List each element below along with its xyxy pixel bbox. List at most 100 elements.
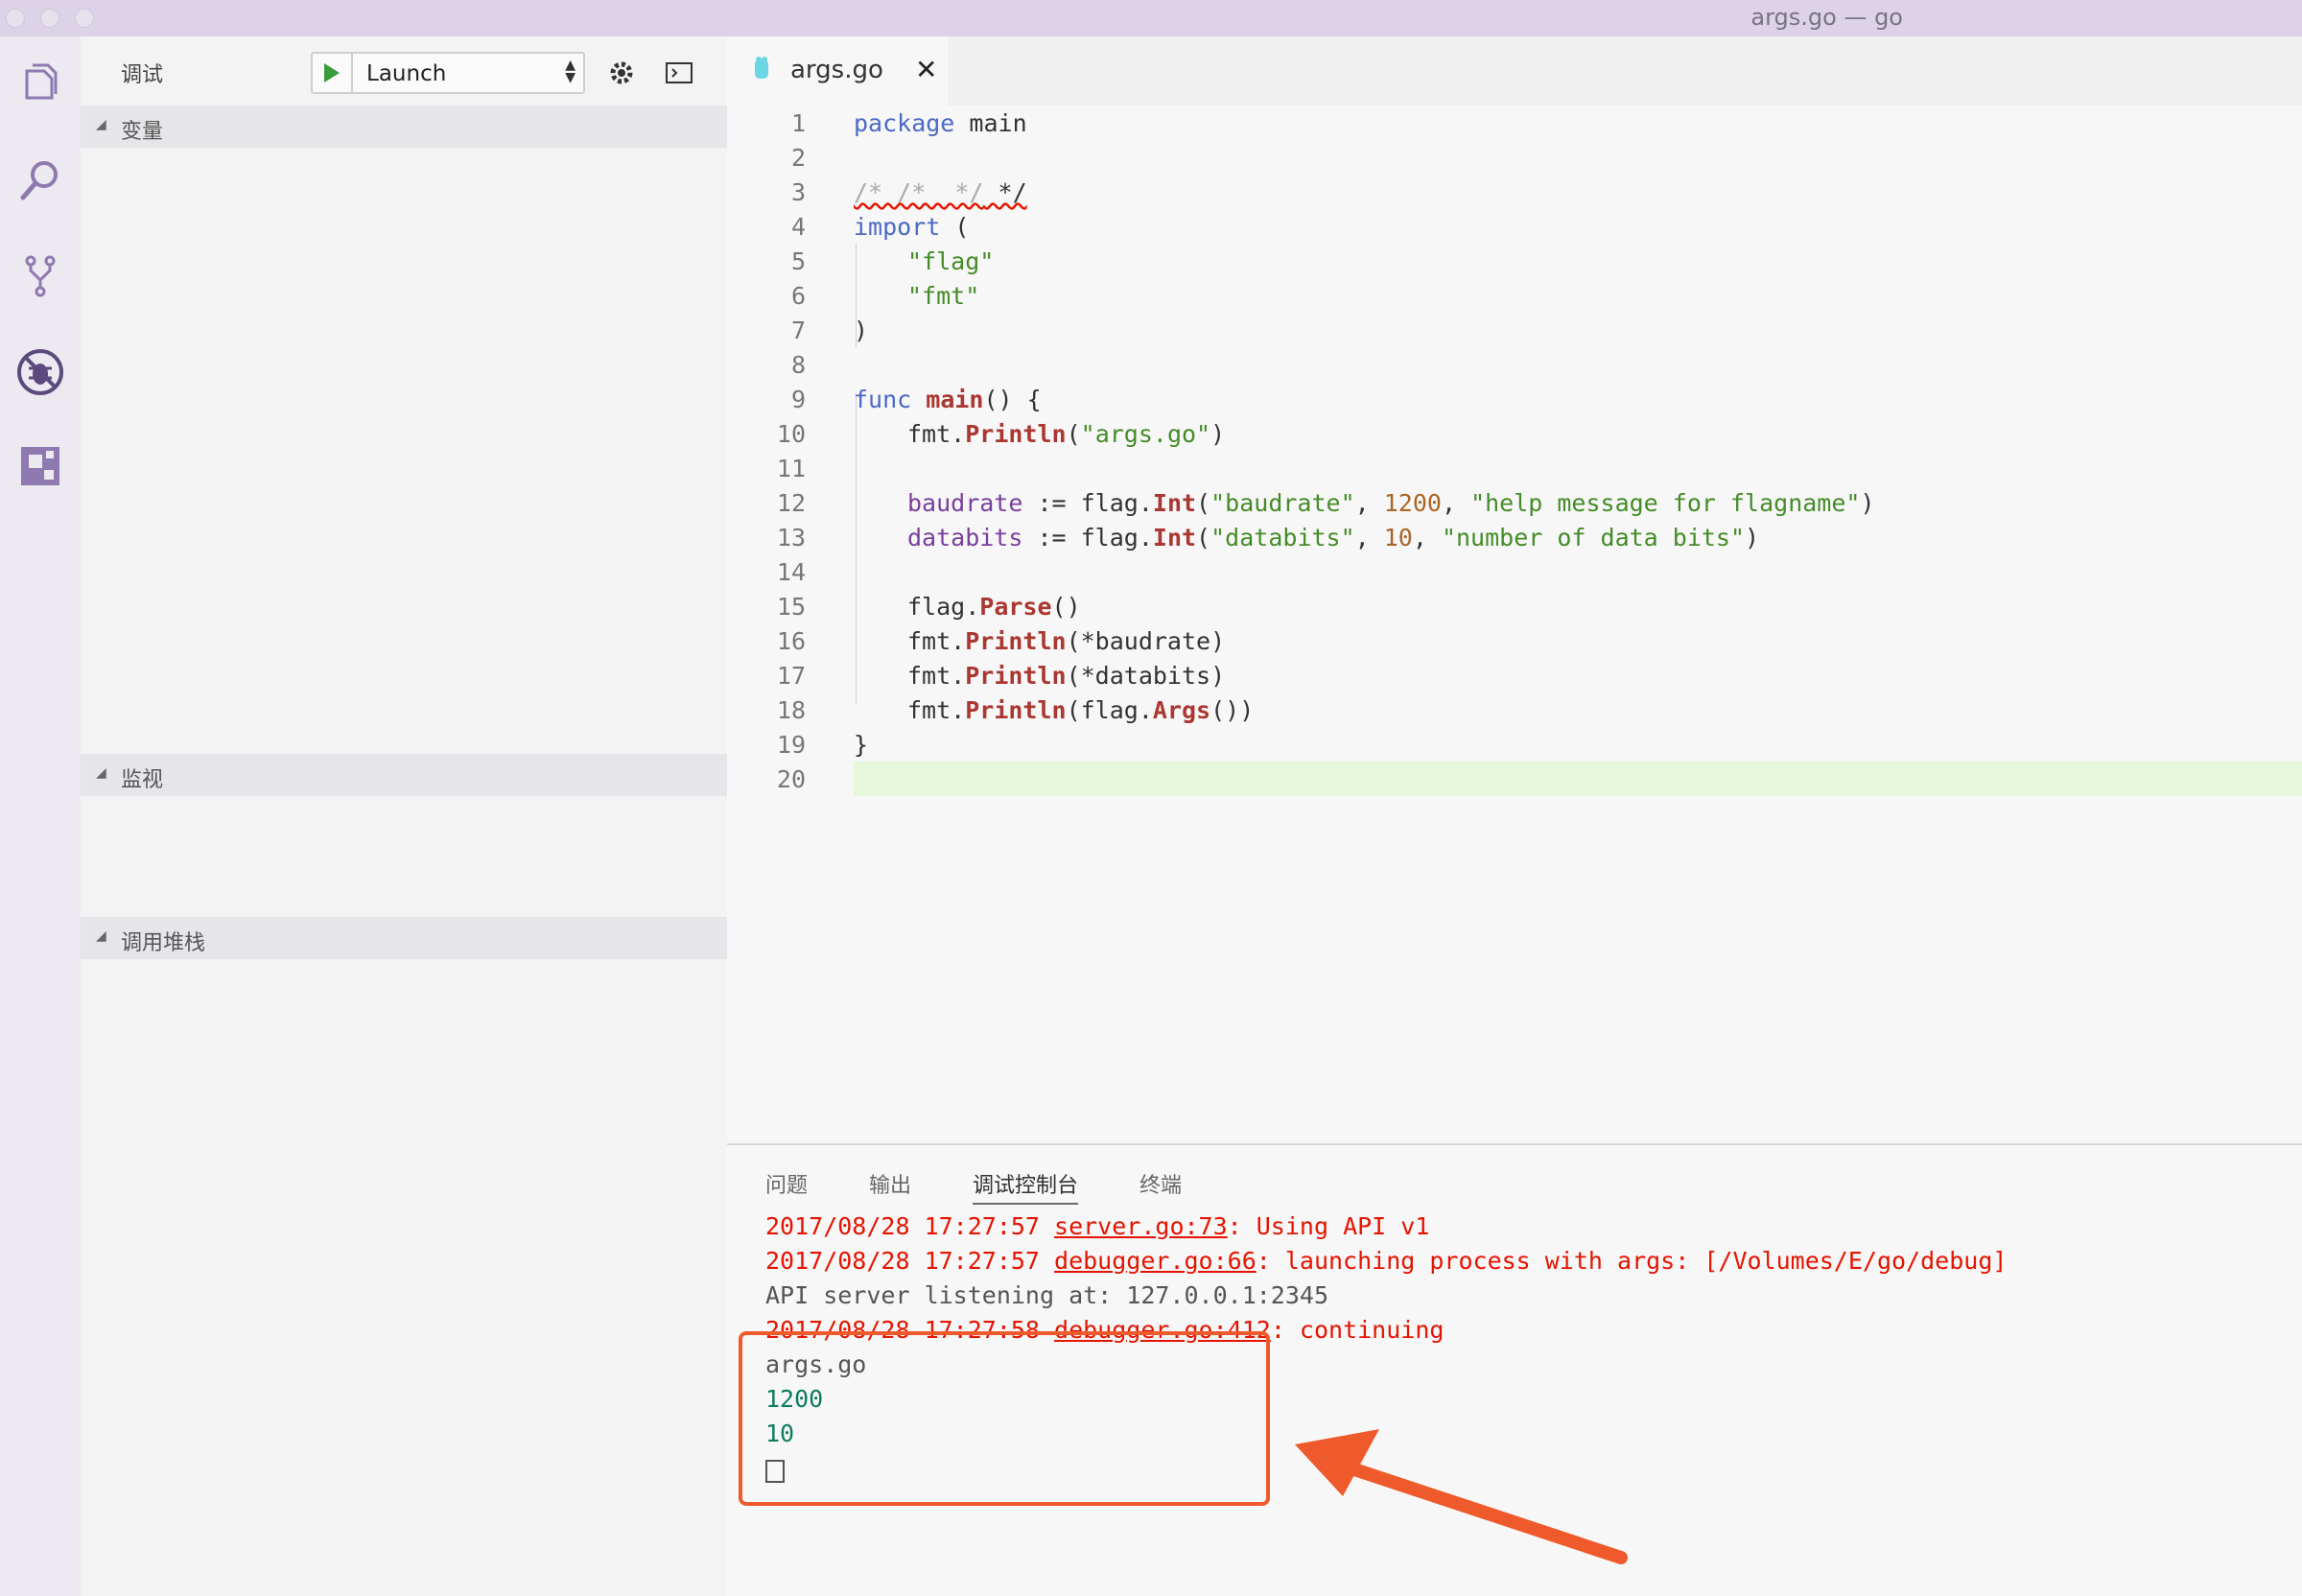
function-name: Int — [1152, 524, 1197, 552]
string: "fmt" — [907, 282, 980, 310]
line-number: 3 — [790, 178, 806, 206]
variable: baudrate — [907, 489, 1023, 517]
window-titlebar: args.go — go — [0, 0, 2302, 36]
editor-tab-args-go[interactable]: args.go ✕ — [727, 36, 948, 106]
code-line: 10 fmt.Println("args.go") — [727, 416, 2302, 451]
source-link[interactable]: debugger.go:66 — [1054, 1247, 1257, 1275]
console-line: API server listening at: 127.0.0.1:2345 — [765, 1281, 1328, 1309]
function-name: Println — [965, 662, 1067, 690]
tab-problems[interactable]: 问题 — [765, 1168, 808, 1199]
line-number: 14 — [776, 558, 806, 586]
code-line: 11 — [727, 451, 2302, 485]
debug-sidebar: 调试 Launch ▲ ▼ ◢ 变量 ◢ 监视 ◢ 调用堆栈 — [81, 36, 727, 1596]
window-minimize-control[interactable] — [40, 9, 59, 28]
keyword: package — [854, 109, 955, 137]
window-zoom-control[interactable] — [75, 9, 94, 28]
line-number: 2 — [790, 144, 806, 172]
error-text: */ — [983, 178, 1027, 206]
code-text: flag. — [907, 593, 980, 621]
code-line: 2 — [727, 140, 2302, 175]
code-text: := flag. — [1022, 524, 1153, 552]
terminal-icon — [666, 62, 693, 83]
extensions-button[interactable] — [10, 435, 71, 497]
source-control-icon — [25, 255, 56, 297]
console-line: 2017/08/28 17:27:57 debugger.go:66: laun… — [765, 1247, 2007, 1281]
code-text: , — [1354, 524, 1384, 552]
debug-icon — [17, 349, 63, 395]
explorer-button[interactable] — [10, 56, 71, 117]
line-number: 12 — [776, 489, 806, 517]
tab-output[interactable]: 输出 — [869, 1168, 911, 1199]
keyword: import — [854, 213, 941, 241]
code-text: ) — [854, 317, 869, 344]
start-debugging-button[interactable] — [313, 54, 353, 92]
number: 1200 — [1383, 489, 1442, 517]
string: "help message for flagname" — [1470, 489, 1861, 517]
code-text: ()) — [1210, 696, 1255, 724]
function-name: Println — [965, 627, 1067, 655]
tab-terminal[interactable]: 终端 — [1139, 1168, 1182, 1199]
line-number: 6 — [790, 282, 806, 310]
code-line: 20 — [727, 762, 2302, 796]
code-line: 9 func main() { — [727, 382, 2302, 416]
function-name: Parse — [979, 593, 1052, 621]
source-link[interactable]: server.go:73 — [1054, 1212, 1228, 1240]
code-text: ) — [1745, 524, 1760, 552]
code-editor[interactable]: 1 package main 2 3 /* /* */ */ 4 import ( 5… — [727, 106, 2302, 1143]
string: "args.go" — [1080, 420, 1211, 448]
close-icon[interactable]: ✕ — [915, 54, 937, 85]
code-text: (*databits) — [1066, 662, 1226, 690]
code-text: fmt. — [907, 696, 966, 724]
variables-section-header[interactable]: ◢ 变量 — [81, 106, 727, 148]
line-number: 7 — [790, 317, 806, 344]
window-close-control[interactable] — [6, 9, 25, 28]
log-message: : launching process with args: [/Volumes… — [1256, 1247, 2008, 1275]
launch-config-select[interactable]: Launch ▲ ▼ — [311, 52, 585, 94]
search-button[interactable] — [10, 150, 71, 211]
code-text: fmt. — [907, 627, 966, 655]
tab-debug-console[interactable]: 调试控制台 — [973, 1168, 1079, 1205]
function-name: Println — [965, 420, 1067, 448]
line-number: 18 — [776, 696, 806, 724]
code-text: main — [954, 109, 1027, 137]
code-line: 19} — [727, 727, 2302, 762]
code-text: fmt. — [907, 662, 966, 690]
code-text: , — [1412, 524, 1442, 552]
go-file-icon — [755, 57, 768, 79]
code-text: := flag. — [1022, 489, 1153, 517]
activity-bar — [0, 36, 81, 1596]
log-timestamp: 2017/08/28 17:27:57 — [765, 1247, 1055, 1275]
function-name: Int — [1152, 489, 1197, 517]
log-message: : continuing — [1270, 1316, 1445, 1344]
code-line: 13 databits := flag.Int("databits", 10, "… — [727, 520, 2302, 554]
editor-tabbar: args.go ✕ — [727, 36, 2302, 106]
source-control-button[interactable] — [10, 246, 71, 307]
debug-button[interactable] — [10, 341, 71, 403]
code-text: , — [1354, 489, 1384, 517]
launch-config-label: Launch — [366, 61, 447, 86]
section-label: 变量 — [121, 120, 164, 144]
line-number: 10 — [776, 420, 806, 448]
code-line: 5 "flag" — [727, 244, 2302, 278]
watch-section-header[interactable]: ◢ 监视 — [81, 754, 727, 796]
line-number: 4 — [790, 213, 806, 241]
debug-console-button[interactable] — [660, 54, 698, 92]
code-text: ) — [1860, 489, 1875, 517]
search-icon — [20, 161, 58, 200]
variable: databits — [907, 524, 1023, 552]
gear-icon — [610, 61, 633, 84]
collapse-triangle-icon: ◢ — [96, 117, 106, 132]
code-text: fmt. — [907, 420, 966, 448]
code-text: () — [1051, 593, 1081, 621]
open-launch-json-button[interactable] — [602, 54, 641, 92]
call-stack-section-header[interactable]: ◢ 调用堆栈 — [81, 917, 727, 959]
code-line: 7) — [727, 313, 2302, 347]
log-timestamp: 2017/08/28 17:27:57 — [765, 1212, 1055, 1240]
line-number: 5 — [790, 247, 806, 275]
code-line: 14 — [727, 554, 2302, 589]
code-line: 12 baudrate := flag.Int("baudrate", 1200,… — [727, 485, 2302, 520]
code-line: 18 fmt.Println(flag.Args()) — [727, 692, 2302, 727]
code-text: , — [1441, 489, 1471, 517]
tab-label: args.go — [790, 56, 883, 84]
code-text: } — [854, 731, 869, 759]
